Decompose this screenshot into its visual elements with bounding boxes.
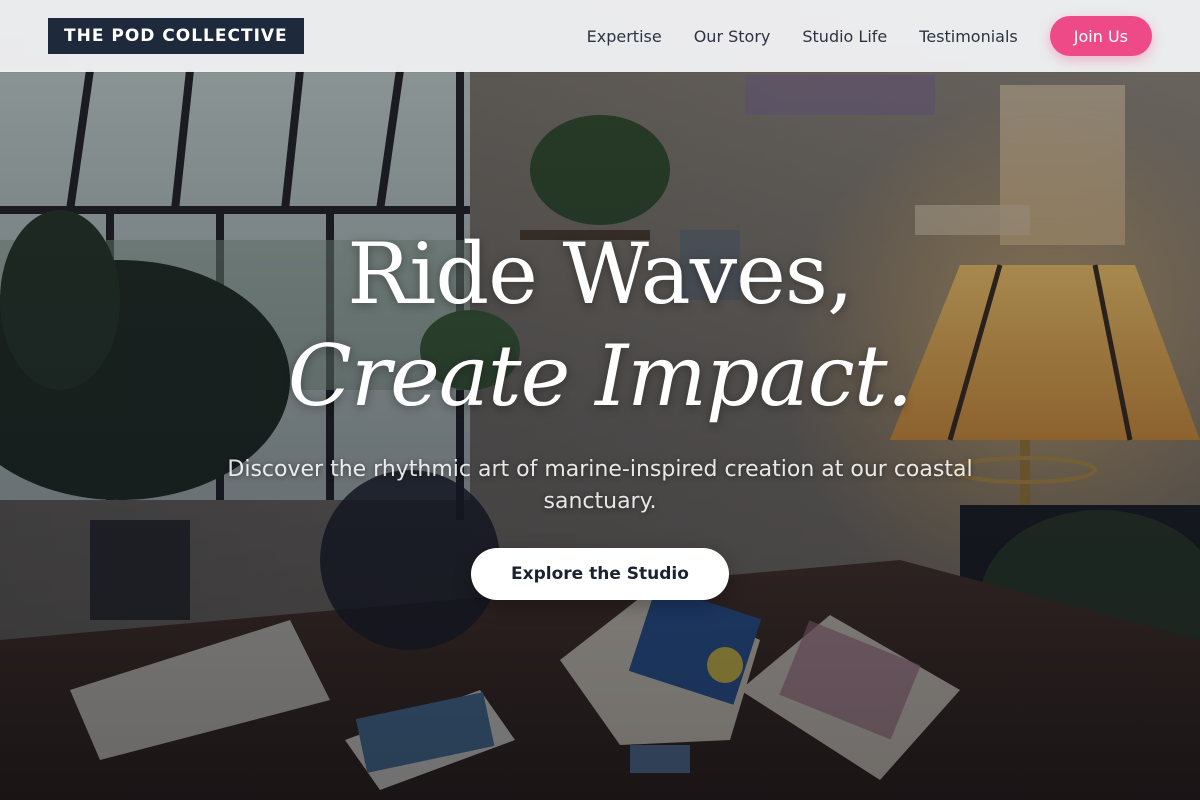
hero-section: Ride Waves, Create Impact. Discover the … [0,0,1200,800]
hero-headline-line1: Ride Waves, [347,225,853,323]
nav-link-studio-life[interactable]: Studio Life [802,27,887,46]
hero-content: Ride Waves, Create Impact. Discover the … [0,222,1200,600]
join-us-button[interactable]: Join Us [1049,16,1152,56]
hero-headline-line2: Create Impact. [287,327,914,425]
nav-links: Expertise Our Story Studio Life Testimon… [587,0,1152,72]
nav-link-testimonials[interactable]: Testimonials [919,27,1018,46]
nav-link-our-story[interactable]: Our Story [694,27,771,46]
explore-studio-button[interactable]: Explore the Studio [471,548,729,600]
nav-link-expertise[interactable]: Expertise [587,27,662,46]
brand-logo[interactable]: THE POD COLLECTIVE [48,18,304,54]
navbar: THE POD COLLECTIVE Expertise Our Story S… [0,0,1200,72]
hero-subtitle: Discover the rhythmic art of marine-insp… [227,457,973,514]
